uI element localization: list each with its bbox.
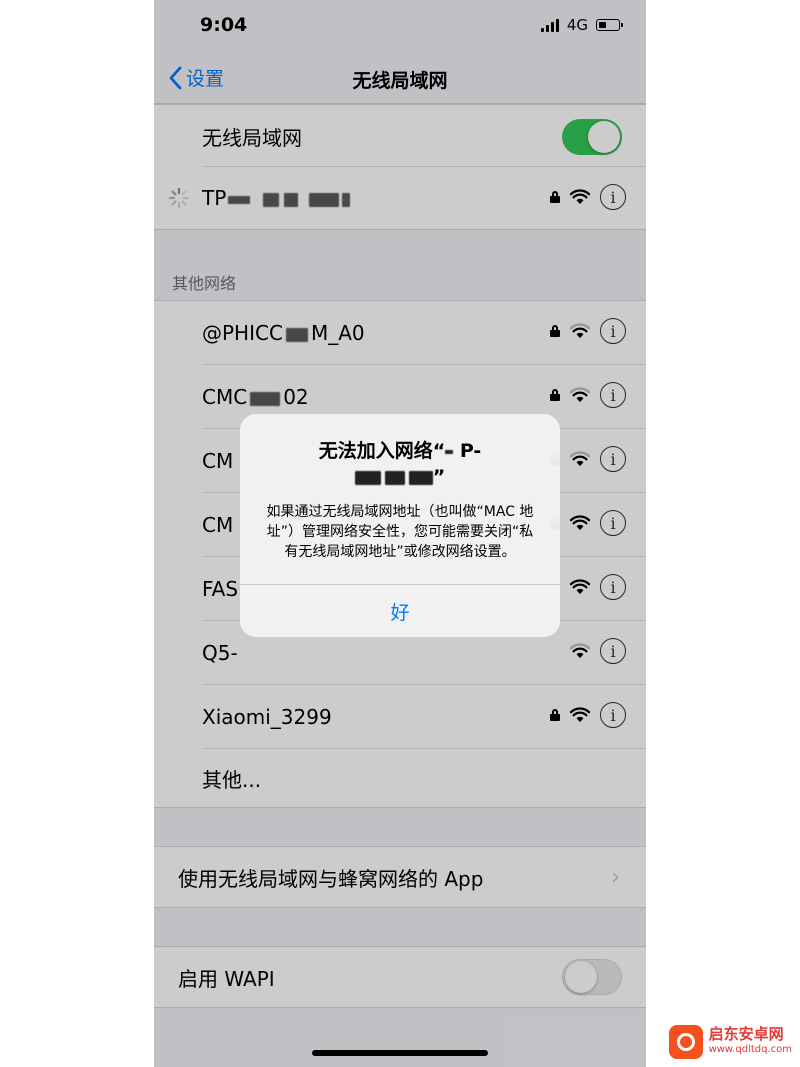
- alert-dialog: 无法加入网络“ P- ” 如果通过无线局域网地址（也叫做“MAC 地址”）管理网…: [240, 414, 560, 637]
- watermark-url: www.qdltdq.com: [708, 1044, 792, 1055]
- alert-message: 如果通过无线局域网地址（也叫做“MAC 地址”）管理网络安全性，您可能需要关闭“…: [266, 504, 534, 560]
- alert-title: 无法加入网络“ P- ”: [318, 440, 482, 488]
- alert-ok-button[interactable]: 好: [240, 584, 560, 637]
- phone-screen: 9:04 4G 设置 无线局域网 无线局域网 TP i 其他网络 @PHICC …: [154, 0, 646, 1067]
- watermark: 启东安卓网 www.qdltdq.com: [668, 1025, 792, 1059]
- home-indicator[interactable]: [312, 1050, 488, 1056]
- watermark-name: 启东安卓网: [708, 1025, 784, 1043]
- watermark-logo-icon: [668, 1025, 703, 1059]
